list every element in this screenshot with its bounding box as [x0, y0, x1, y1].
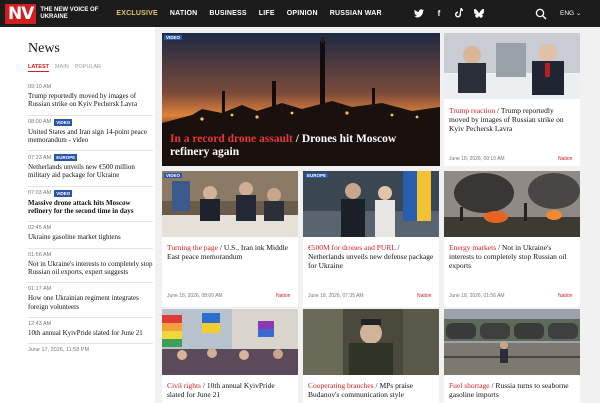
- article-tag[interactable]: Nation: [558, 156, 572, 162]
- article-category[interactable]: Cooperating branches: [308, 381, 374, 390]
- item-headline[interactable]: Massive drone attack hits Moscow refiner…: [28, 199, 153, 216]
- news-sidebar: News LATEST MAIN POPULAR 09:10 AM Trump …: [0, 27, 155, 403]
- language-selector[interactable]: ENG ⌄: [560, 9, 581, 17]
- item-headline[interactable]: How one Ukrainian regiment integrates fo…: [28, 294, 153, 311]
- article-headline[interactable]: Fuel shortage / Russia turns to seaborne…: [449, 381, 575, 399]
- item-headline[interactable]: United States and Iran sign 14-point pea…: [28, 128, 153, 145]
- list-item[interactable]: 01:17 AM How one Ukrainian regiment inte…: [28, 283, 153, 318]
- video-badge: VIDEO: [164, 35, 183, 40]
- nav-item-exclusive[interactable]: EXCLUSIVE: [116, 10, 157, 17]
- item-time: 07:33 AM: [28, 154, 52, 161]
- tab-latest[interactable]: LATEST: [28, 64, 49, 72]
- item-time: 01:56 AM: [28, 251, 52, 258]
- list-item[interactable]: 02:45 AM Ukraine gasoline market tighten…: [28, 222, 153, 249]
- video-badge: VIDEO: [164, 173, 183, 178]
- article-category[interactable]: €500M for drones and PURL: [308, 243, 396, 252]
- article-headline[interactable]: Cooperating branches / MPs praise Budano…: [308, 381, 434, 399]
- article-card-netherlands[interactable]: EUROPE €500M for drones and PURL / Nethe…: [303, 171, 439, 307]
- article-card-budanov[interactable]: Cooperating branches / MPs praise Budano…: [303, 309, 439, 403]
- article-card-oil[interactable]: Energy markets / Not in Ukraine's intere…: [444, 171, 580, 307]
- article-image-netherlands: [303, 171, 439, 237]
- item-time: 07:03 AM: [28, 190, 52, 197]
- main-nav: EXCLUSIVE NATION BUSINESS LIFE OPINION R…: [116, 10, 381, 17]
- logo-mark: NV: [5, 3, 37, 24]
- article-card-fuel[interactable]: Fuel shortage / Russia turns to seaborne…: [444, 309, 580, 403]
- article-category[interactable]: Trump reaction: [449, 106, 495, 115]
- europe-badge: EUROPE: [54, 154, 78, 162]
- item-headline[interactable]: Not in Ukraine's interests to completely…: [28, 260, 153, 277]
- article-tag[interactable]: Nation: [276, 293, 290, 299]
- europe-badge: EUROPE: [305, 173, 329, 178]
- article-image-pride: [162, 309, 298, 375]
- list-item[interactable]: 08:00 AM VIDEO United States and Iran sig…: [28, 116, 153, 152]
- article-card-pride[interactable]: Civil rights / 10th annual KyivPride sla…: [162, 309, 298, 403]
- article-card-trump[interactable]: Trump reaction / Trump reportedly moved …: [444, 33, 580, 166]
- item-headline[interactable]: Trump reportedly moved by images of Russ…: [28, 92, 153, 109]
- list-item[interactable]: 01:56 AM Not in Ukraine's interests to c…: [28, 249, 153, 284]
- item-time: June 17, 2026, 11:58 PM: [28, 347, 90, 354]
- nav-item-nation[interactable]: NATION: [170, 10, 198, 17]
- list-item[interactable]: June 17, 2026, 11:58 PM: [28, 344, 153, 361]
- article-headline[interactable]: Energy markets / Not in Ukraine's intere…: [449, 243, 575, 270]
- list-item[interactable]: 07:03 AM VIDEO Massive drone attack hits …: [28, 187, 153, 223]
- facebook-icon[interactable]: f: [434, 8, 444, 18]
- tiktok-icon[interactable]: [454, 8, 464, 18]
- article-headline[interactable]: Turning the page / U.S., Iran ink Middle…: [167, 243, 293, 261]
- list-item[interactable]: 07:33 AM EUROPE Netherlands unveils new €…: [28, 151, 153, 187]
- list-item[interactable]: 09:10 AM Trump reportedly moved by image…: [28, 81, 153, 116]
- article-date: June 18, 2026, 01:56 AM: [449, 293, 505, 299]
- item-time: 09:10 AM: [28, 84, 52, 90]
- site-logo[interactable]: NV THE NEW VOICE OF UKRAINE: [5, 0, 100, 27]
- video-badge: VIDEO: [54, 118, 73, 126]
- article-image-budanov: [303, 309, 439, 375]
- article-image-iran: [162, 171, 298, 237]
- nav-item-business[interactable]: BUSINESS: [209, 10, 246, 17]
- article-headline[interactable]: Civil rights / 10th annual KyivPride sla…: [167, 381, 293, 399]
- nav-item-opinion[interactable]: OPINION: [287, 10, 318, 17]
- hero-card[interactable]: VIDEO In a record drone assault / Drones…: [162, 33, 440, 166]
- article-image-trump: [444, 33, 580, 99]
- article-category[interactable]: Energy markets: [449, 243, 496, 252]
- article-tag[interactable]: Nation: [417, 293, 431, 299]
- bluesky-icon[interactable]: [474, 8, 484, 18]
- hero-headline[interactable]: In a record drone assault / Drones hit M…: [170, 133, 435, 159]
- article-tag[interactable]: Nation: [558, 293, 572, 299]
- article-category[interactable]: Civil rights: [167, 381, 201, 390]
- article-card-iran[interactable]: VIDEO Turning the page / U.S., Iran ink …: [162, 171, 298, 307]
- article-category[interactable]: Fuel shortage: [449, 381, 490, 390]
- item-time: 02:45 AM: [28, 225, 52, 232]
- article-category[interactable]: Turning the page: [167, 243, 218, 252]
- article-image-oil-fire: [444, 171, 580, 237]
- tab-popular[interactable]: POPULAR: [75, 64, 101, 72]
- item-headline[interactable]: 10th annual KyivPride slated for June 21: [28, 329, 153, 337]
- video-badge: VIDEO: [54, 189, 73, 197]
- top-navigation-bar: NV THE NEW VOICE OF UKRAINE EXCLUSIVE NA…: [0, 0, 600, 27]
- item-time: 08:00 AM: [28, 119, 52, 126]
- twitter-icon[interactable]: [414, 8, 424, 18]
- article-image-fuel: [444, 309, 580, 375]
- article-headline[interactable]: Trump reaction / Trump reportedly moved …: [449, 106, 573, 133]
- item-time: 01:17 AM: [28, 286, 52, 293]
- social-links: f: [414, 8, 484, 18]
- item-time: 12:43 AM: [28, 320, 52, 327]
- article-title[interactable]: Netherlands unveils new defense package …: [308, 252, 433, 270]
- article-headline[interactable]: €500M for drones and PURL / Netherlands …: [308, 243, 434, 270]
- article-date: June 18, 2026, 07:35 AM: [308, 293, 364, 299]
- nav-item-life[interactable]: LIFE: [259, 10, 275, 17]
- tab-main[interactable]: MAIN: [55, 64, 69, 72]
- logo-text: THE NEW VOICE OF UKRAINE: [40, 6, 99, 20]
- article-date: June 18, 2026, 09:10 AM: [449, 156, 505, 162]
- article-date: June 18, 2026, 08:00 AM: [167, 293, 223, 299]
- nav-item-russian-war[interactable]: RUSSIAN WAR: [330, 10, 382, 17]
- list-item[interactable]: 12:43 AM 10th annual KyivPride slated fo…: [28, 318, 153, 345]
- item-headline[interactable]: Netherlands unveils new €500 million mil…: [28, 163, 153, 180]
- hero-category[interactable]: In a record drone assault: [170, 133, 293, 145]
- item-headline[interactable]: Ukraine gasoline market tightens: [28, 233, 153, 241]
- sidebar-title: News: [28, 41, 60, 56]
- news-tabs: LATEST MAIN POPULAR: [28, 64, 155, 72]
- search-icon[interactable]: [535, 7, 547, 20]
